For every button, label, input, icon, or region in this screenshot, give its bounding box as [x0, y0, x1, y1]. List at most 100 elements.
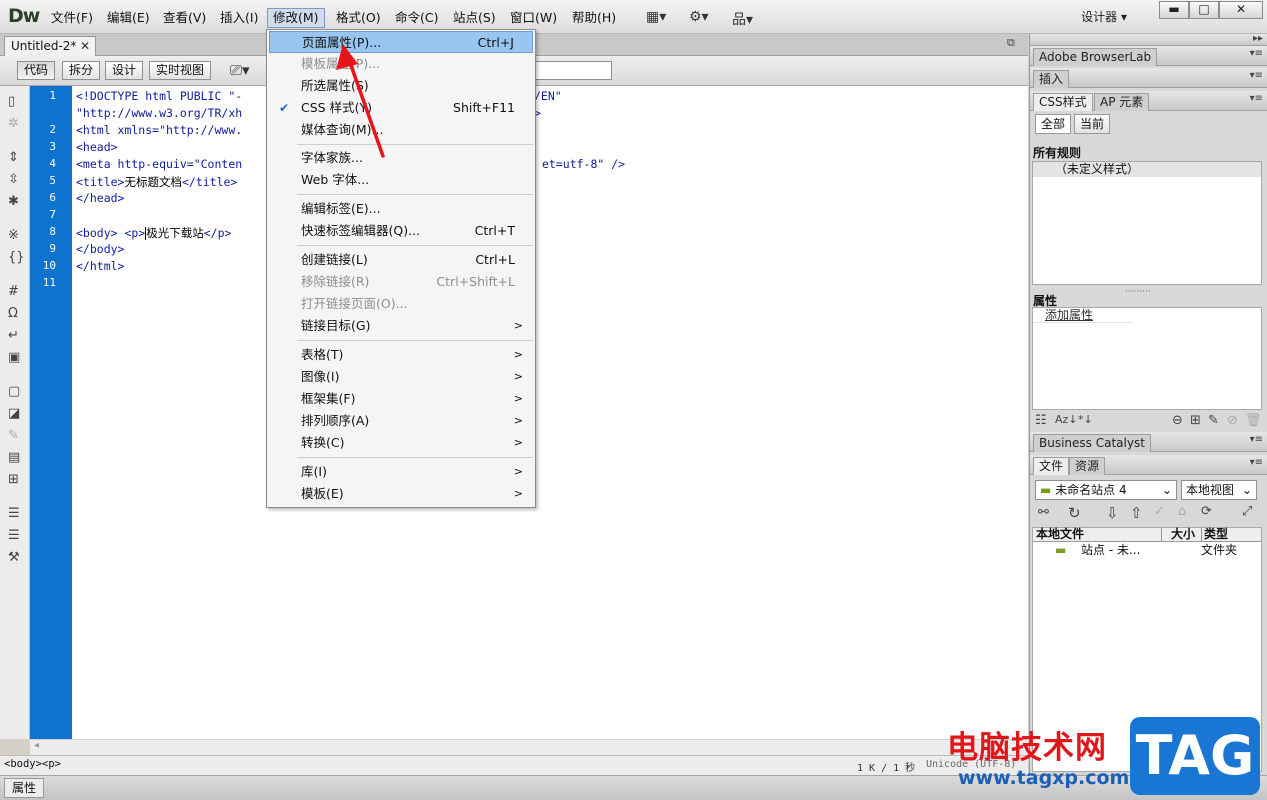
- highlight-invalid-code-icon[interactable]: Ω: [8, 306, 18, 321]
- restore-icon[interactable]: ⧉: [1007, 36, 1015, 50]
- workspace-switcher[interactable]: 设计器 ▾: [1081, 8, 1127, 25]
- expand-all-icon[interactable]: ✱: [8, 194, 19, 209]
- show-code-navigator-icon[interactable]: ✲: [8, 116, 19, 131]
- menu-view[interactable]: 查看(V): [158, 8, 211, 28]
- menu-item-make-link[interactable]: 创建链接(L) Ctrl+L: [269, 249, 533, 271]
- all-rules-mode-button[interactable]: 全部: [1035, 114, 1072, 134]
- apply-comment-icon[interactable]: ▢: [8, 384, 20, 399]
- menu-commands[interactable]: 命令(C): [390, 8, 443, 28]
- open-documents-icon[interactable]: ▯: [8, 94, 15, 109]
- wrap-tag-icon[interactable]: ✎: [8, 428, 19, 443]
- check-in-icon[interactable]: ⌂: [1178, 504, 1186, 519]
- menu-item-arrange[interactable]: 排列顺序(A) >: [269, 410, 533, 432]
- expand-files-icon[interactable]: ⤢: [1242, 504, 1252, 519]
- refresh-icon[interactable]: ↻: [1068, 504, 1081, 522]
- panel-menu-icon[interactable]: ▾≡: [1250, 48, 1263, 59]
- menu-item-edit-tag[interactable]: 编辑标签(E)...: [269, 198, 533, 220]
- panel-menu-icon[interactable]: ▾≡: [1250, 434, 1263, 445]
- menu-item-page-properties[interactable]: 页面属性(P)... Ctrl+J: [269, 31, 533, 53]
- title-input[interactable]: [534, 61, 612, 80]
- panel-menu-icon[interactable]: ▾≡: [1250, 70, 1263, 81]
- edit-rule-icon[interactable]: ✎: [1208, 413, 1219, 428]
- menu-item-remove-link[interactable]: 移除链接(R) Ctrl+Shift+L: [269, 271, 533, 293]
- menu-insert[interactable]: 插入(I): [215, 8, 263, 28]
- recent-snippets-icon[interactable]: ▤: [8, 450, 20, 465]
- put-files-icon[interactable]: ⇧: [1130, 504, 1143, 522]
- minimize-button[interactable]: ▬: [1159, 1, 1189, 19]
- close-icon[interactable]: ✕: [80, 37, 90, 55]
- select-parent-tag-icon[interactable]: ※: [8, 228, 19, 243]
- syntax-coloring-icon[interactable]: ▣: [8, 350, 20, 365]
- menu-item-selection-properties[interactable]: 所选属性(S): [269, 75, 533, 97]
- site-root-row[interactable]: ▬ 站点 - 未... 文件夹: [1033, 542, 1261, 558]
- menu-item-table[interactable]: 表格(T) >: [269, 344, 533, 366]
- ap-elements-tab[interactable]: AP 元素: [1094, 93, 1150, 111]
- no-styles-row[interactable]: （未定义样式）: [1033, 162, 1261, 177]
- move-css-icon[interactable]: ⊞: [8, 472, 19, 487]
- menu-edit[interactable]: 编辑(E): [102, 8, 155, 28]
- menu-item-template-properties[interactable]: 模板属性(P)...: [269, 53, 533, 75]
- menu-item-font-families[interactable]: 字体家族...: [269, 147, 533, 169]
- connect-icon[interactable]: ⚯: [1038, 505, 1049, 520]
- menu-modify[interactable]: 修改(M): [267, 8, 325, 28]
- menu-item-templates[interactable]: 模板(E) >: [269, 483, 533, 505]
- files-tab[interactable]: 文件: [1033, 457, 1070, 475]
- menu-file[interactable]: 文件(F): [46, 8, 98, 28]
- horizontal-scrollbar[interactable]: ◂: [30, 739, 1028, 755]
- gear-icon[interactable]: ⚙▾: [689, 9, 709, 25]
- live-view-button[interactable]: 实时视图: [149, 61, 212, 80]
- attach-stylesheet-icon[interactable]: ⊖: [1172, 413, 1183, 428]
- set-properties-icon[interactable]: *↓: [1078, 413, 1093, 426]
- split-view-button[interactable]: 拆分: [62, 61, 101, 80]
- menu-item-library[interactable]: 库(I) >: [269, 461, 533, 483]
- menu-item-media-queries[interactable]: 媒体查询(M)...: [269, 119, 533, 141]
- maximize-button[interactable]: □: [1189, 1, 1219, 19]
- scroll-left-icon[interactable]: ◂: [34, 740, 39, 751]
- expand-panels-icon[interactable]: ▸▸: [1253, 33, 1263, 44]
- site-select[interactable]: ▬ 未命名站点 4 ⌄: [1035, 480, 1177, 500]
- line-numbers-icon[interactable]: #: [8, 284, 19, 299]
- css-styles-tab[interactable]: CSS样式: [1033, 93, 1093, 111]
- code-view-button[interactable]: 代码: [17, 61, 56, 80]
- properties-tab[interactable]: 属性: [4, 778, 44, 798]
- tag-selector[interactable]: <body><p>: [4, 758, 61, 770]
- column-size[interactable]: 大小: [1161, 528, 1195, 541]
- layout-icon[interactable]: ▦▾: [646, 9, 666, 25]
- format-source-icon[interactable]: ⚒: [8, 550, 20, 565]
- insert-tab[interactable]: 插入: [1033, 70, 1070, 88]
- delete-icon[interactable]: 🗑: [1245, 413, 1262, 428]
- balance-braces-icon[interactable]: {}: [8, 250, 25, 265]
- indent-code-icon[interactable]: ☰: [8, 506, 20, 521]
- menu-site[interactable]: 站点(S): [448, 8, 501, 28]
- view-select[interactable]: 本地视图 ⌄: [1181, 480, 1257, 500]
- column-local-files[interactable]: 本地文件: [1036, 528, 1084, 541]
- menu-item-convert[interactable]: 转换(C) >: [269, 432, 533, 454]
- column-type[interactable]: 类型: [1201, 528, 1228, 541]
- css-properties-list[interactable]: 添加属性: [1032, 307, 1262, 410]
- code-editor[interactable]: <!DOCTYPE html PUBLIC "- /EN" "http://ww…: [72, 86, 1028, 739]
- browserlab-tab[interactable]: Adobe BrowserLab: [1033, 48, 1158, 66]
- panel-menu-icon[interactable]: ▾≡: [1250, 93, 1263, 104]
- word-wrap-icon[interactable]: ↵: [8, 328, 19, 343]
- site-icon[interactable]: 品▾: [732, 9, 753, 29]
- synchronize-icon[interactable]: ⟳: [1201, 504, 1212, 519]
- menu-item-open-linked-page[interactable]: 打开链接页面(O)...: [269, 293, 533, 315]
- disable-property-icon[interactable]: ⊘: [1227, 413, 1238, 428]
- business-catalyst-tab[interactable]: Business Catalyst: [1033, 434, 1151, 452]
- check-out-icon[interactable]: ✓: [1154, 504, 1165, 519]
- menu-item-css-styles[interactable]: ✔ CSS 样式(Y) Shift+F11: [269, 97, 533, 119]
- current-mode-button[interactable]: 当前: [1074, 114, 1111, 134]
- collapse-tag-icon[interactable]: ⇕: [8, 150, 19, 165]
- add-property-link[interactable]: 添加属性: [1033, 308, 1133, 323]
- menu-item-quick-tag-editor[interactable]: 快速标签编辑器(Q)... Ctrl+T: [269, 220, 533, 242]
- splitter-handle[interactable]: ·········: [1125, 287, 1151, 297]
- menu-item-frameset[interactable]: 框架集(F) >: [269, 388, 533, 410]
- menu-item-link-target[interactable]: 链接目标(G) >: [269, 315, 533, 337]
- menu-item-web-fonts[interactable]: Web 字体...: [269, 169, 533, 191]
- panel-menu-icon[interactable]: ▾≡: [1250, 457, 1263, 468]
- outdent-code-icon[interactable]: ☰: [8, 528, 20, 543]
- menu-format[interactable]: 格式(O): [331, 8, 386, 28]
- menu-help[interactable]: 帮助(H): [567, 8, 621, 28]
- get-files-icon[interactable]: ⇩: [1106, 504, 1119, 522]
- close-window-button[interactable]: ✕: [1219, 1, 1263, 19]
